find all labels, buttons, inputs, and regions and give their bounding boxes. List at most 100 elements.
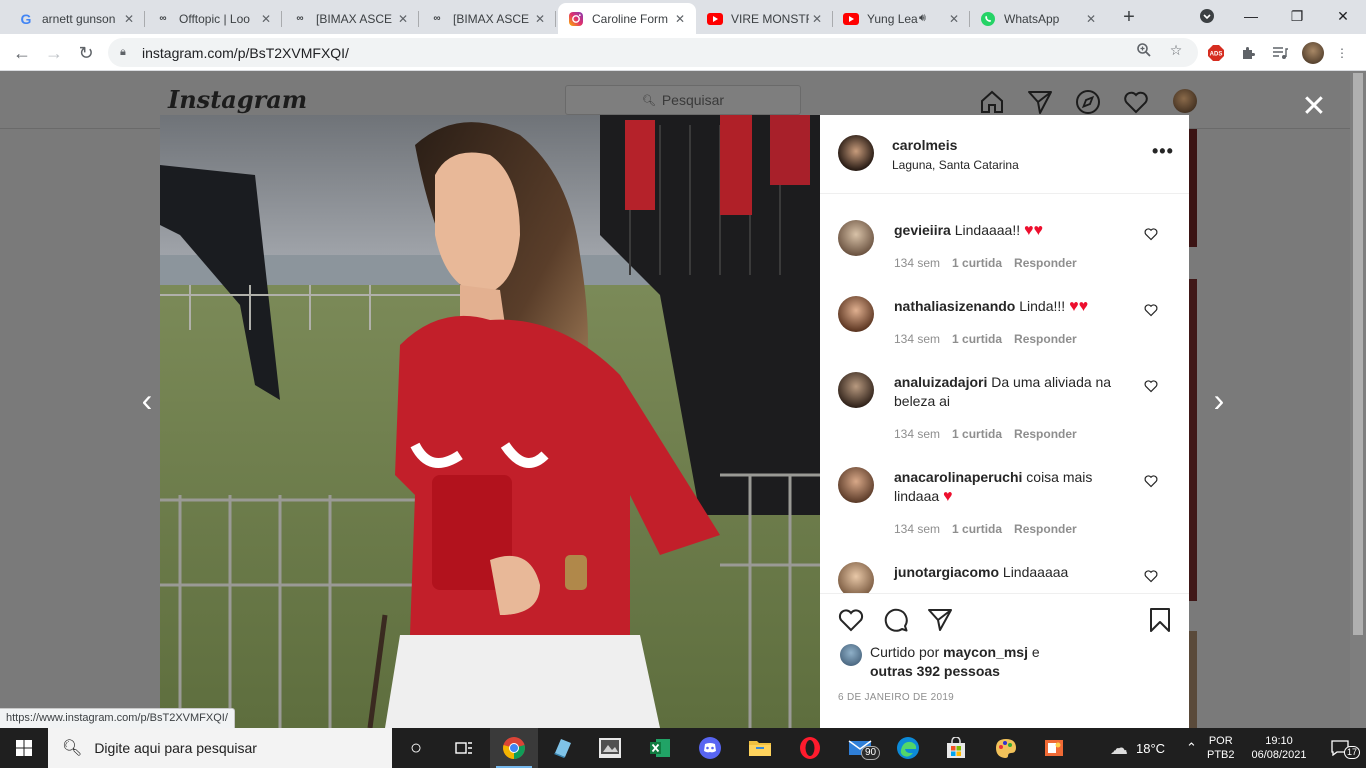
comment-username[interactable]: nathaliasizenando — [894, 298, 1015, 314]
comments-list[interactable]: gevieiira Lindaaaa!! ♥♥ 134 sem 1 curtid… — [820, 195, 1189, 593]
comment-username[interactable]: analuizadajori — [894, 374, 987, 390]
avatar[interactable] — [838, 135, 874, 171]
clock[interactable]: 19:10 06/08/2021 — [1245, 728, 1313, 768]
media-control-icon[interactable] — [1270, 43, 1290, 63]
photo-app-icon[interactable] — [586, 728, 634, 768]
forward-button[interactable]: → — [40, 39, 68, 67]
direct-icon[interactable] — [1027, 89, 1053, 115]
previous-post-arrow[interactable]: ‹ — [137, 382, 157, 418]
office-app-icon[interactable] — [1030, 728, 1078, 768]
avatar[interactable] — [838, 220, 874, 256]
lock-icon[interactable]: 🔒︎ — [120, 46, 134, 59]
tab-4-active[interactable]: Caroline Form ✕ — [558, 3, 696, 34]
menu-dots-icon[interactable]: ⋮ — [1332, 43, 1352, 63]
tab-5[interactable]: VIRE MONSTR ✕ — [697, 3, 833, 34]
reply-button[interactable]: Responder — [1014, 332, 1077, 346]
close-tab-icon[interactable]: ✕ — [1083, 11, 1099, 27]
activity-heart-icon[interactable] — [1123, 89, 1149, 115]
reply-button[interactable]: Responder — [1014, 256, 1077, 270]
comment-time[interactable]: 134 sem — [894, 522, 940, 536]
next-post-arrow[interactable]: › — [1209, 382, 1229, 418]
cortana-icon[interactable]: ○ — [392, 728, 440, 768]
like-comment-heart-icon[interactable] — [1144, 379, 1158, 393]
back-button[interactable]: ← — [8, 39, 36, 67]
extensions-icon[interactable] — [1238, 43, 1258, 63]
store-icon[interactable] — [932, 728, 980, 768]
save-bookmark-icon[interactable] — [1146, 606, 1174, 634]
address-bar[interactable]: 🔒︎ instagram.com/p/BsT2XVMFXQI/ — [108, 38, 1198, 67]
edge-icon[interactable] — [884, 728, 932, 768]
comment-time[interactable]: 134 sem — [894, 332, 940, 346]
avatar[interactable] — [1173, 89, 1197, 113]
reply-button[interactable]: Responder — [1014, 427, 1077, 441]
adblock-icon[interactable]: ADS — [1206, 43, 1226, 63]
restore-button[interactable]: ❐ — [1274, 0, 1320, 32]
close-tab-icon[interactable]: ✕ — [258, 11, 274, 27]
chrome-taskbar-icon[interactable] — [490, 728, 538, 768]
url-text[interactable]: instagram.com/p/BsT2XVMFXQI/ — [142, 45, 349, 61]
notification-center-icon[interactable]: 17 — [1320, 728, 1361, 768]
reload-button[interactable]: ↻ — [72, 39, 100, 67]
comment-likes[interactable]: 1 curtida — [952, 332, 1002, 346]
post-location[interactable]: Laguna, Santa Catarina — [892, 158, 1019, 172]
tab-7[interactable]: WhatsApp ✕ — [970, 3, 1107, 34]
reply-button[interactable]: Responder — [1014, 522, 1077, 536]
tab-search-icon[interactable] — [1184, 0, 1230, 32]
comment-time[interactable]: 134 sem — [894, 427, 940, 441]
taskbar-search-input[interactable]: 🔍︎ Digite aqui para pesquisar — [48, 728, 392, 768]
close-window-button[interactable]: ✕ — [1320, 0, 1366, 32]
share-icon[interactable] — [926, 606, 954, 634]
comment-username[interactable]: junotargiacomo — [894, 564, 999, 580]
tab-3[interactable]: ∞ [BIMAX ASCE ✕ — [419, 3, 556, 34]
discord-icon[interactable] — [686, 728, 734, 768]
tab-2[interactable]: ∞ [BIMAX ASCE ✕ — [282, 3, 419, 34]
excel-icon[interactable] — [636, 728, 684, 768]
like-comment-heart-icon[interactable] — [1144, 303, 1158, 317]
avatar[interactable] — [840, 644, 862, 666]
close-tab-icon[interactable]: ✕ — [121, 11, 137, 27]
like-comment-heart-icon[interactable] — [1144, 569, 1158, 583]
home-icon[interactable] — [979, 89, 1005, 115]
mail-icon[interactable]: 90 — [836, 728, 884, 768]
avatar[interactable] — [838, 372, 874, 408]
comment-username[interactable]: anacarolinaperuchi — [894, 469, 1022, 485]
new-tab-button[interactable]: + — [1117, 5, 1141, 29]
liked-by-user[interactable]: maycon_msj — [943, 644, 1028, 660]
search-input[interactable]: 🔍︎ Pesquisar — [565, 85, 801, 115]
task-view-icon[interactable] — [440, 728, 488, 768]
page-scrollbar[interactable] — [1350, 71, 1366, 728]
tab-6[interactable]: Yung Lea 🔊︎ ✕ — [833, 3, 970, 34]
comment-icon[interactable] — [882, 606, 910, 634]
post-date[interactable]: 6 DE JANEIRO DE 2019 — [838, 692, 954, 703]
opera-icon[interactable] — [786, 728, 834, 768]
avatar[interactable] — [838, 562, 874, 593]
language-indicator[interactable]: POR PTB2 — [1207, 728, 1241, 768]
post-photo[interactable] — [160, 115, 820, 728]
start-button[interactable] — [0, 728, 48, 768]
comment-username[interactable]: gevieiira — [894, 222, 951, 238]
close-tab-icon[interactable]: ✕ — [672, 11, 688, 27]
explore-icon[interactable] — [1075, 89, 1101, 115]
post-username[interactable]: carolmeis — [892, 137, 957, 153]
comment-likes[interactable]: 1 curtida — [952, 427, 1002, 441]
comment-likes[interactable]: 1 curtida — [952, 522, 1002, 536]
bookmark-star-icon[interactable]: ☆ — [1166, 40, 1186, 60]
tab-1[interactable]: ∞ Offtopic | Loo ✕ — [145, 3, 282, 34]
tab-0[interactable]: G arnett gunson ✕ — [8, 3, 145, 34]
like-comment-heart-icon[interactable] — [1144, 474, 1158, 488]
zoom-icon[interactable] — [1134, 40, 1154, 60]
close-icon[interactable]: ✕ — [1300, 92, 1328, 122]
close-tab-icon[interactable]: ✕ — [946, 11, 962, 27]
files-app-icon[interactable] — [538, 728, 586, 768]
liked-by-text[interactable]: Curtido por maycon_msj e outras 392 pess… — [870, 643, 1040, 681]
avatar[interactable] — [838, 296, 874, 332]
close-tab-icon[interactable]: ✕ — [809, 11, 825, 27]
weather-widget[interactable]: ☁ 18°C — [1110, 728, 1165, 768]
comment-likes[interactable]: 1 curtida — [952, 256, 1002, 270]
avatar[interactable] — [838, 467, 874, 503]
comment-time[interactable]: 134 sem — [894, 256, 940, 270]
file-explorer-icon[interactable] — [736, 728, 784, 768]
paint-icon[interactable] — [982, 728, 1030, 768]
minimize-button[interactable]: — — [1228, 0, 1274, 32]
like-heart-icon[interactable] — [837, 606, 865, 634]
